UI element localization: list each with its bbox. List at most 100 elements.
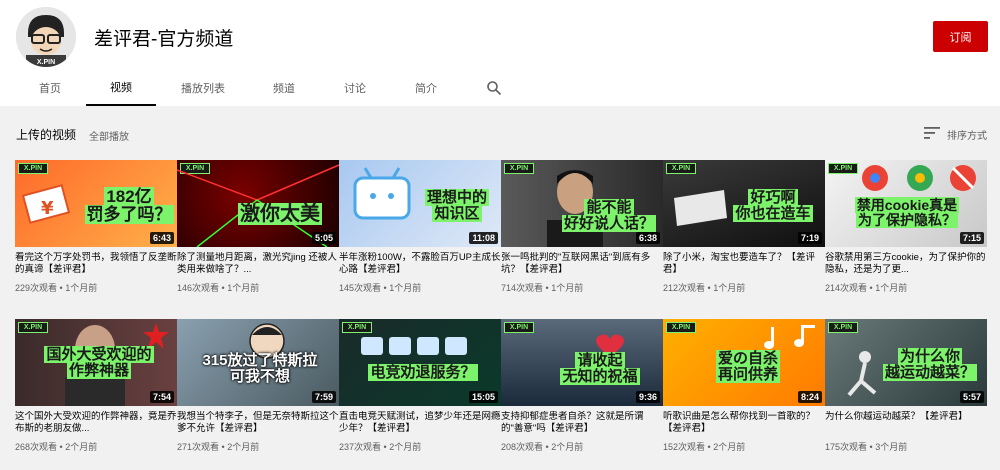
brand-tag: X.PIN (666, 163, 696, 174)
video-meta: 145次观看 • 1个月前 (339, 283, 422, 293)
video-card[interactable]: 理想中的 知识区 11:08 半年涨粉100W，不露脸百万UP主成长心路【差评君】… (339, 160, 501, 294)
video-card[interactable]: X.PIN 禁用cookie真是 为了保护隐私？ 7:15 谷歌禁用第三方cook… (825, 160, 987, 294)
video-thumbnail[interactable]: X.PIN 请收起 无知的祝福 9:36 (501, 319, 663, 406)
video-title[interactable]: 除了测量地月距离，激光究jing 还被人类用来做啥了？... (177, 252, 339, 276)
video-card[interactable]: X.PIN 国外大受欢迎的 作弊神器 7:54 这个国外大受欢迎的作弊神器，竟是乔… (15, 319, 177, 453)
avatar-illustration: X.PIN (16, 7, 76, 67)
duration-badge: 6:43 (149, 232, 174, 244)
video-title[interactable]: 张一鸣批判的"互联网黑话"到底有多坑？【差评君】 (501, 252, 663, 276)
brand-tag: X.PIN (504, 322, 534, 333)
video-title[interactable]: 支持抑郁症患者自杀？这就是所谓的"善意"吗【差评君】 (501, 411, 663, 435)
video-thumbnail[interactable]: X.PIN 国外大受欢迎的 作弊神器 7:54 (15, 319, 177, 406)
view-count: 212次观看 (663, 283, 706, 293)
tab-channels[interactable]: 频道 (256, 70, 312, 106)
channel-title: 差评君-官方频道 (94, 29, 234, 50)
video-card[interactable]: X.PIN 好巧啊 你也在造车 7:19 除了小米，淘宝也要造车了？【差评君】 2… (663, 160, 825, 294)
tab-home[interactable]: 首页 (24, 70, 76, 106)
video-title[interactable]: 除了小米，淘宝也要造车了？【差评君】 (663, 252, 825, 276)
svg-text:X.PIN: X.PIN (37, 59, 55, 66)
caption-line: 罚多了吗？ (84, 204, 174, 224)
view-count: 145次观看 (339, 283, 382, 293)
upload-age: 1个月前 (389, 283, 422, 293)
thumbnail-caption: 能不能 好好说人话？ (557, 199, 661, 232)
view-count: 229次观看 (15, 283, 58, 293)
view-count: 146次观看 (177, 283, 220, 293)
video-title[interactable]: 这个国外大受欢迎的作弊神器，竟是乔布斯的老朋友做... (15, 411, 177, 435)
duration-badge: 11:08 (469, 232, 498, 244)
video-card[interactable]: X.PIN 电竞劝退服务？ 15:05 直击电竞天赋测试，追梦少年还是网瘾少年？… (339, 319, 501, 453)
subscribe-button[interactable]: 订阅 (933, 21, 988, 52)
section-title: 上传的视频 (16, 128, 77, 142)
browser-logos-illustration (862, 165, 976, 191)
video-thumbnail[interactable]: X.PIN 激你太美 5:05 (177, 160, 339, 247)
keyboard-keys-illustration (361, 337, 467, 355)
video-thumbnail[interactable]: X.PIN ¥ 182亿 罚多了吗？ 6:43 (15, 160, 177, 247)
channel-header: X.PIN 差评君-官方频道 订阅 首页 视频 播放列表 频道 讨论 简介 (0, 0, 1000, 106)
video-title[interactable]: 谷歌禁用第三方cookie，为了保护你的隐私，还是为了更... (825, 252, 987, 276)
view-count: 214次观看 (825, 283, 868, 293)
thumbnail-caption: 禁用cookie真是 为了保护隐私？ (831, 197, 983, 228)
upload-age: 2个月前 (65, 442, 98, 452)
channel-tabs: 首页 视频 播放列表 频道 讨论 简介 (0, 70, 1000, 106)
tab-playlists[interactable]: 播放列表 (170, 70, 236, 106)
brand-tag: X.PIN (666, 322, 696, 333)
video-card[interactable]: 315放过了特斯拉 可我不想 7:59 我想当个特李子，但是无奈特斯拉这个爹不允许… (177, 319, 339, 453)
brand-tag: X.PIN (828, 322, 858, 333)
channel-avatar[interactable]: X.PIN (16, 7, 76, 67)
upload-age: 1个月前 (227, 283, 260, 293)
search-icon[interactable] (486, 80, 502, 96)
upload-age: 2个月前 (227, 442, 260, 452)
thumbnail-caption: 理想中的 知识区 (415, 189, 499, 222)
video-title[interactable]: 听歌识曲是怎么帮你找到一首歌的？【差评君】 (663, 411, 825, 435)
brand-tag: X.PIN (504, 163, 534, 174)
video-thumbnail[interactable]: X.PIN 爱の自杀 再问供养 8:24 (663, 319, 825, 406)
video-thumbnail[interactable]: 理想中的 知识区 11:08 (339, 160, 501, 247)
upload-age: 1个月前 (551, 283, 584, 293)
video-meta: 146次观看 • 1个月前 (177, 283, 260, 293)
video-meta: 229次观看 • 1个月前 (15, 283, 98, 293)
thumbnail-caption: 182亿 罚多了吗？ (83, 187, 175, 224)
money-illustration: ¥ (21, 184, 71, 224)
video-card[interactable]: X.PIN 请收起 无知的祝福 9:36 支持抑郁症患者自杀？这就是所谓的"善意"… (501, 319, 663, 453)
caption-line: 无知的祝福 (560, 367, 640, 385)
upload-age: 2个月前 (713, 442, 746, 452)
view-count: 175次观看 (825, 442, 868, 452)
caption-line: 可我不想 (229, 367, 290, 385)
view-count: 271次观看 (177, 442, 220, 452)
video-title[interactable]: 我想当个特李子，但是无奈特斯拉这个爹不允许【差评君】 (177, 411, 339, 435)
video-meta: 212次观看 • 1个月前 (663, 283, 746, 293)
duration-badge: 7:54 (149, 391, 174, 403)
thumbnail-caption: 国外大受欢迎的 作弊神器 (29, 346, 169, 379)
tab-videos[interactable]: 视频 (86, 70, 156, 106)
video-card[interactable]: X.PIN 能不能 好好说人话？ 6:38 张一鸣批判的"互联网黑话"到底有多坑？… (501, 160, 663, 294)
upload-age: 2个月前 (389, 442, 422, 452)
sort-icon[interactable] (924, 127, 940, 139)
video-thumbnail[interactable]: X.PIN 好巧啊 你也在造车 7:19 (663, 160, 825, 247)
video-title[interactable]: 看完这个万字处罚书，我领悟了反垄断的真谛【差评君】 (15, 252, 177, 276)
sort-button[interactable]: 排序方式 (947, 127, 987, 142)
duration-badge: 15:05 (468, 391, 498, 403)
video-title[interactable]: 直击电竞天赋测试，追梦少年还是网瘾少年？【差评君】 (339, 411, 501, 435)
video-card[interactable]: X.PIN ¥ 182亿 罚多了吗？ 6:43 看完这个万字处罚书，我领悟了反垄断… (15, 160, 177, 294)
tab-discussion[interactable]: 讨论 (328, 70, 382, 106)
video-thumbnail[interactable]: X.PIN 禁用cookie真是 为了保护隐私？ 7:15 (825, 160, 987, 247)
caption-line: 越运动越菜？ (882, 363, 977, 381)
video-card[interactable]: X.PIN 为什么你 越运动越菜？ 5:57 为什么你越运动越菜？【差评君】 17… (825, 319, 987, 453)
video-thumbnail[interactable]: X.PIN 电竞劝退服务？ 15:05 (339, 319, 501, 406)
brand-tag: X.PIN (342, 322, 372, 333)
video-card[interactable]: X.PIN 爱の自杀 再问供养 8:24 听歌识曲是怎么帮你找到一首歌的？【差评君… (663, 319, 825, 453)
caption-line: 再问供养 (715, 365, 780, 383)
svg-text:¥: ¥ (41, 198, 54, 219)
video-meta: 268次观看 • 2个月前 (15, 442, 98, 452)
video-card[interactable]: X.PIN 激你太美 5:05 除了测量地月距离，激光究jing 还被人类用来做… (177, 160, 339, 294)
tab-about[interactable]: 简介 (398, 70, 454, 106)
video-title[interactable]: 半年涨粉100W，不露脸百万UP主成长心路【差评君】 (339, 252, 501, 276)
caption-line: 激你太美 (238, 203, 322, 225)
video-thumbnail[interactable]: X.PIN 为什么你 越运动越菜？ 5:57 (825, 319, 987, 406)
video-thumbnail[interactable]: X.PIN 能不能 好好说人话？ 6:38 (501, 160, 663, 247)
video-title[interactable]: 为什么你越运动越菜？【差评君】 (825, 411, 987, 435)
play-all-link[interactable]: 全部播放 (89, 128, 129, 143)
caption-line: 理想中的 (424, 189, 489, 206)
view-count: 152次观看 (663, 442, 706, 452)
video-thumbnail[interactable]: 315放过了特斯拉 可我不想 7:59 (177, 319, 339, 406)
